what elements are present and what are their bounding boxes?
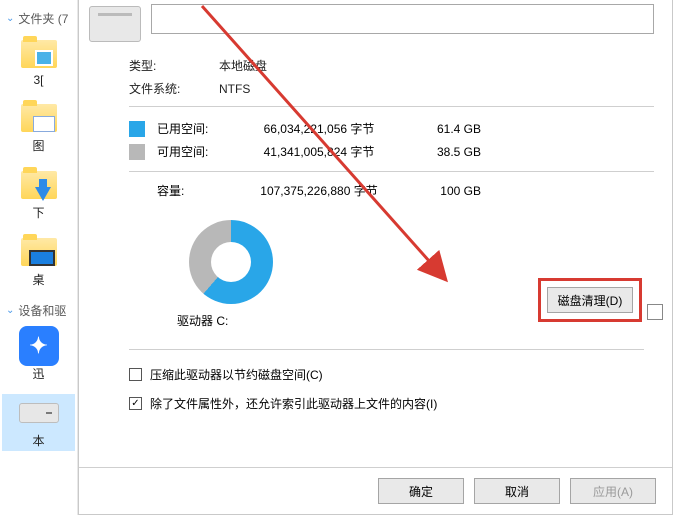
type-label: 类型:: [129, 57, 209, 74]
sidebar-item-pictures[interactable]: 图: [2, 99, 75, 156]
free-swatch-icon: [129, 144, 145, 160]
capacity-label: 容量:: [157, 182, 227, 199]
drive-name-input[interactable]: [151, 4, 654, 34]
free-gb: 38.5 GB: [411, 145, 481, 159]
sidebar-item-xunlei[interactable]: ✦ 迅: [2, 327, 75, 384]
cancel-button[interactable]: 取消: [474, 478, 560, 504]
sidebar-item-label: 图: [32, 137, 44, 154]
ok-button[interactable]: 确定: [378, 478, 464, 504]
explorer-sidebar: ⌄ 文件夹 (7 3[ 图 下 桌 ⌄ 设备和驱 ✦ 迅 本: [0, 0, 78, 515]
properties-dialog: 类型: 本地磁盘 文件系统: NTFS 已用空间: 66,034,221,056…: [78, 0, 673, 515]
sidebar-item-desktop[interactable]: 桌: [2, 233, 75, 290]
filesystem-value: NTFS: [219, 82, 250, 96]
used-gb: 61.4 GB: [411, 122, 481, 136]
folder-3d-icon: [21, 40, 57, 68]
capacity-bytes: 107,375,226,880 字节: [239, 182, 399, 199]
type-value: 本地磁盘: [219, 57, 267, 74]
sidebar-item-label: 迅: [32, 365, 44, 382]
apply-button[interactable]: 应用(A): [570, 478, 656, 504]
compress-checkbox-row[interactable]: 压缩此驱动器以节约磁盘空间(C): [129, 366, 644, 383]
sidebar-section-label: 设备和驱: [18, 302, 66, 319]
index-label: 除了文件属性外，还允许索引此驱动器上文件的内容(I): [150, 395, 437, 412]
sidebar-item-local-disk[interactable]: 本: [2, 394, 75, 451]
quota-checkbox-stub[interactable]: [647, 304, 663, 320]
index-checkbox-row[interactable]: ✓ 除了文件属性外，还允许索引此驱动器上文件的内容(I): [129, 395, 644, 412]
folder-desktop-icon: [21, 238, 57, 266]
folder-downloads-icon: [21, 171, 57, 199]
free-label: 可用空间:: [157, 143, 227, 160]
sidebar-section-devices[interactable]: ⌄ 设备和驱: [2, 300, 75, 327]
folder-pictures-icon: [21, 104, 57, 132]
xunlei-icon: ✦: [19, 326, 59, 366]
drive-large-icon: [89, 6, 141, 42]
annotation-highlight: 磁盘清理(D): [538, 278, 642, 322]
used-space-row: 已用空间: 66,034,221,056 字节 61.4 GB: [129, 117, 654, 140]
free-bytes: 41,341,005,824 字节: [239, 143, 399, 160]
compress-label: 压缩此驱动器以节约磁盘空间(C): [150, 366, 323, 383]
filesystem-label: 文件系统:: [129, 80, 209, 97]
sidebar-item-label: 本: [32, 432, 44, 449]
used-label: 已用空间:: [157, 120, 227, 137]
chevron-down-icon: ⌄: [6, 13, 14, 24]
sidebar-section-label: 文件夹 (7: [18, 10, 68, 27]
sidebar-item-label: 桌: [32, 271, 44, 288]
dialog-button-bar: 确定 取消 应用(A): [79, 467, 672, 514]
sidebar-item-label: 3[: [33, 73, 43, 87]
chevron-down-icon: ⌄: [6, 305, 14, 316]
sidebar-item-downloads[interactable]: 下: [2, 166, 75, 223]
disk-cleanup-button[interactable]: 磁盘清理(D): [547, 287, 633, 313]
sidebar-section-folders[interactable]: ⌄ 文件夹 (7: [2, 8, 75, 35]
used-swatch-icon: [129, 121, 145, 137]
capacity-gb: 100 GB: [411, 184, 481, 198]
free-space-row: 可用空间: 41,341,005,824 字节 38.5 GB: [129, 140, 654, 163]
checkbox-icon: [129, 368, 142, 381]
used-bytes: 66,034,221,056 字节: [239, 120, 399, 137]
sidebar-item-3d[interactable]: 3[: [2, 35, 75, 89]
usage-donut-chart: [189, 220, 273, 304]
checkbox-checked-icon: ✓: [129, 397, 142, 410]
capacity-row: 容量: 107,375,226,880 字节 100 GB: [129, 171, 654, 202]
sidebar-item-label: 下: [32, 204, 44, 221]
drive-icon: [19, 403, 59, 423]
